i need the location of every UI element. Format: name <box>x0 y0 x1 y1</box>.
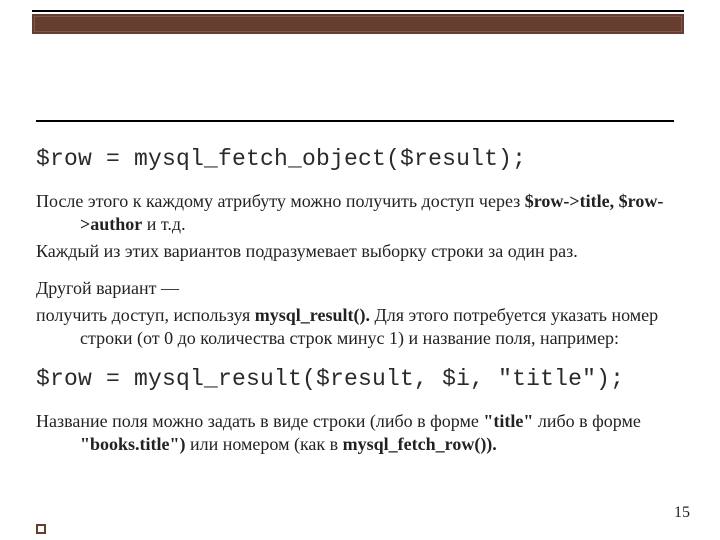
paragraph-2: Каждый из этих вариантов подразумевает в… <box>36 240 674 263</box>
paragraph-4: получить доступ, используя mysql_result(… <box>36 304 674 350</box>
text: и т.д. <box>142 214 185 234</box>
bold-text: mysql_result(). <box>255 305 370 325</box>
bold-text: mysql_fetch_row()). <box>343 434 497 454</box>
header-bar <box>32 14 684 34</box>
content-area: $row = mysql_fetch_object($result); Посл… <box>36 120 674 460</box>
paragraph-3: Другой вариант — <box>36 277 674 300</box>
paragraph-1: После этого к каждому атрибуту можно пол… <box>36 190 674 236</box>
text: Название поля можно задать в виде строки… <box>36 411 483 431</box>
top-rule <box>32 10 684 12</box>
text: получить доступ, используя <box>36 305 255 325</box>
text: После этого к каждому атрибуту можно пол… <box>36 191 525 211</box>
content-rule <box>36 120 674 122</box>
paragraph-5: Название поля можно задать в виде строки… <box>36 410 674 456</box>
slide-header <box>32 10 684 34</box>
header-bar-inner <box>34 16 682 32</box>
footer-bullet-icon <box>36 524 46 534</box>
code-line-2: $row = mysql_result($result, $i, "title"… <box>36 366 674 392</box>
code-line-1: $row = mysql_fetch_object($result); <box>36 146 674 172</box>
bold-text: "title" <box>483 411 533 431</box>
page-number: 15 <box>674 504 690 522</box>
text: или номером (как в <box>186 434 343 454</box>
text: либо в форме <box>533 411 641 431</box>
bold-text: "books.title") <box>80 434 186 454</box>
